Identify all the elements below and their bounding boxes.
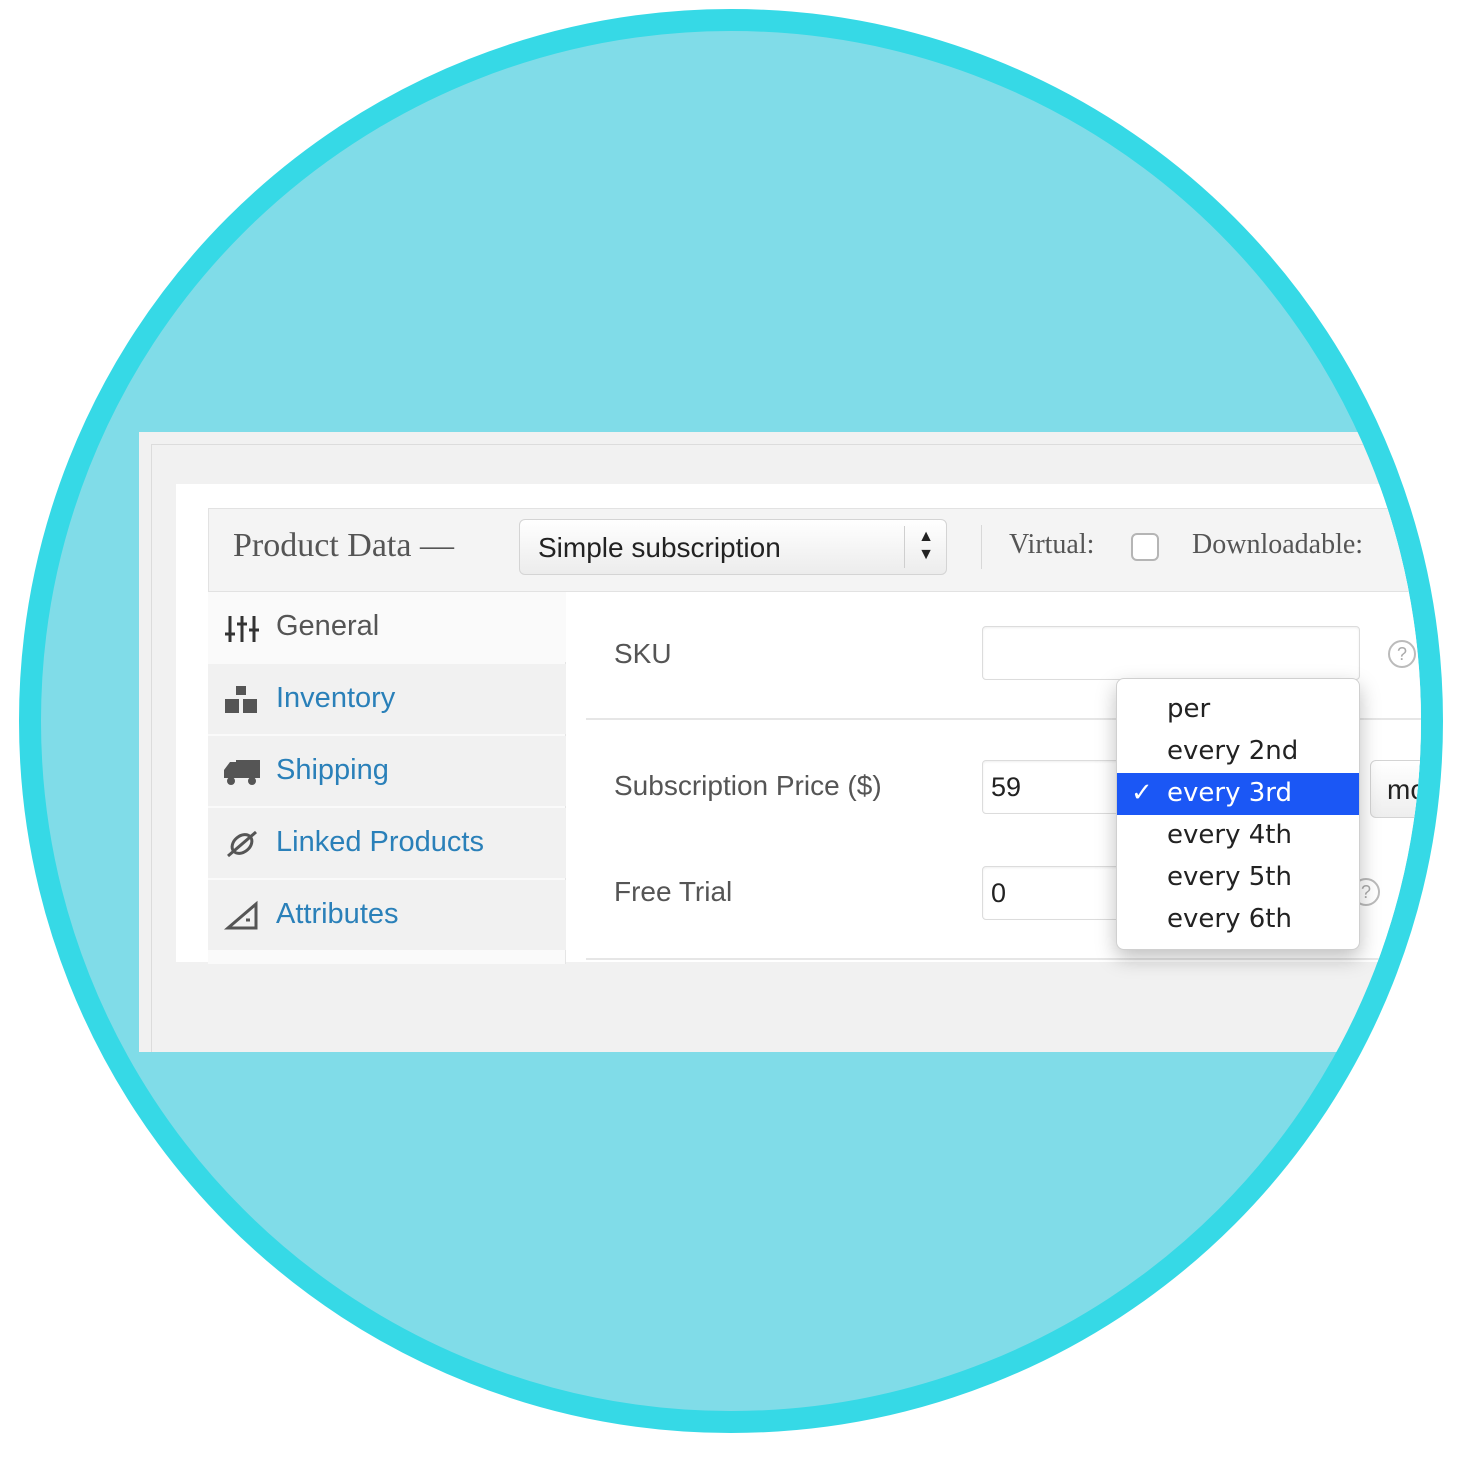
screenshot-frame: Product Data — Simple subscription ▲ ▼ Vi… bbox=[139, 432, 1442, 1052]
dropdown-option-selected[interactable]: ✓ every 3rd bbox=[1117, 773, 1359, 815]
interval-dropdown[interactable]: per every 2nd ✓ every 3rd every 4th ever… bbox=[1116, 678, 1360, 950]
sliders-icon bbox=[225, 616, 259, 642]
panel-title: Product Data — bbox=[233, 527, 454, 564]
tab-linked-products[interactable]: Linked Products bbox=[208, 808, 566, 878]
tab-inventory-label: Inventory bbox=[276, 682, 396, 714]
updown-arrows-icon: ▲ ▼ bbox=[918, 528, 934, 563]
link-icon bbox=[227, 830, 257, 858]
free-trial-input[interactable]: 0 bbox=[982, 866, 1132, 920]
ruler-triangle-icon bbox=[223, 900, 258, 930]
dropdown-option[interactable]: per bbox=[1117, 689, 1359, 731]
boxes-icon bbox=[225, 686, 257, 713]
period-value: mon bbox=[1387, 774, 1442, 805]
sku-input[interactable] bbox=[982, 626, 1360, 680]
tab-attributes-label: Attributes bbox=[276, 898, 399, 930]
virtual-label: Virtual: bbox=[1009, 529, 1095, 560]
dropdown-option[interactable]: every 5th bbox=[1117, 857, 1359, 899]
virtual-checkbox[interactable] bbox=[1131, 533, 1159, 561]
select-divider bbox=[904, 526, 905, 568]
dropdown-option[interactable]: every 4th bbox=[1117, 815, 1359, 857]
tab-inventory[interactable]: Inventory bbox=[208, 664, 566, 734]
header-divider bbox=[981, 525, 982, 569]
product-type-select[interactable]: Simple subscription ▲ ▼ bbox=[519, 519, 947, 575]
product-data-tabs: General Inventory Shipping Linked Produc… bbox=[208, 592, 566, 964]
divider-line-2 bbox=[586, 958, 1421, 960]
help-icon[interactable]: ? bbox=[1388, 640, 1416, 668]
product-type-value: Simple subscription bbox=[538, 532, 781, 563]
tab-shipping[interactable]: Shipping bbox=[208, 736, 566, 806]
tab-attributes[interactable]: Attributes bbox=[208, 880, 566, 950]
price-input[interactable]: 59 bbox=[982, 760, 1132, 814]
period-select[interactable]: mon bbox=[1370, 760, 1442, 818]
dropdown-option[interactable]: every 2nd bbox=[1117, 731, 1359, 773]
tab-general[interactable]: General bbox=[208, 592, 566, 662]
free-trial-value: 0 bbox=[991, 878, 1007, 908]
tab-shipping-label: Shipping bbox=[276, 754, 389, 786]
free-trial-label: Free Trial bbox=[614, 876, 733, 907]
downloadable-label: Downloadable: bbox=[1192, 529, 1364, 560]
price-value: 59 bbox=[991, 772, 1022, 802]
checkmark-icon: ✓ bbox=[1131, 778, 1153, 808]
tab-general-label: General bbox=[276, 610, 380, 642]
product-data-header: Product Data — Simple subscription ▲ ▼ Vi… bbox=[208, 508, 1421, 592]
background-circle: Product Data — Simple subscription ▲ ▼ Vi… bbox=[19, 9, 1443, 1433]
dropdown-option[interactable]: every 6th bbox=[1117, 899, 1359, 941]
product-data-panel: Product Data — Simple subscription ▲ ▼ Vi… bbox=[176, 484, 1442, 964]
downloadable-checkbox[interactable] bbox=[1407, 533, 1421, 561]
tab-linked-products-label: Linked Products bbox=[276, 826, 484, 858]
price-label: Subscription Price ($) bbox=[614, 770, 882, 801]
sku-label: SKU bbox=[614, 638, 672, 669]
truck-icon bbox=[224, 760, 260, 785]
